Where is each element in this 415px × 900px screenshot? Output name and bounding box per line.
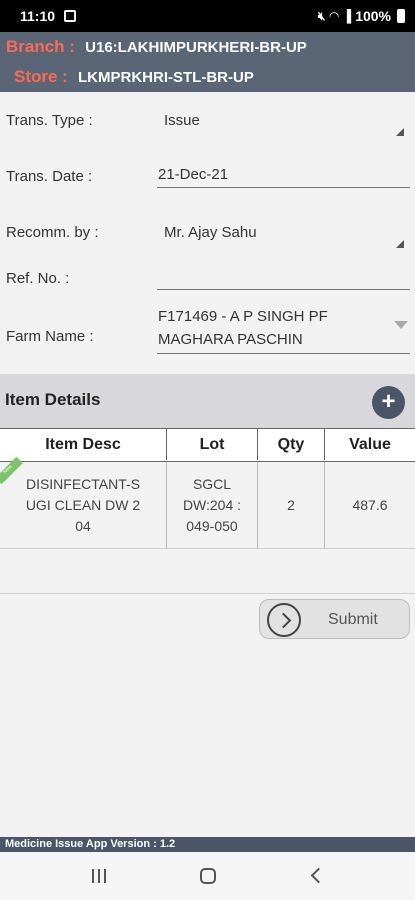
table-row[interactable]: DISINFECTANT-SUGI CLEAN DW 204 SGCL DW:2… [0,456,415,549]
trans-type-value: Issue [164,112,200,129]
recomm-by-value: Mr. Ajay Sahu [164,224,257,241]
recomm-by-spinner[interactable]: Mr. Ajay Sahu [157,222,410,252]
system-nav-bar [0,852,415,900]
trans-type-label: Trans. Type : [6,112,93,129]
ref-no-field[interactable] [157,268,410,290]
branch-label: Branch : [6,37,75,56]
dropdown-arrow-icon [396,240,404,248]
branch-store-header: Branch : U16:LAKHIMPURKHERI-BR-UP Store … [0,32,415,92]
col-header-item-desc: Item Desc [0,429,167,460]
farm-name-field[interactable]: F171469 - A P SINGH PF MAGHARA PASCHIN [157,305,410,354]
home-icon[interactable] [200,868,216,884]
cell-value: 487.6 [352,497,388,513]
trans-type-spinner[interactable]: Issue [157,112,410,140]
trans-date-value: 21-Dec-21 [158,166,229,183]
divider [0,593,415,594]
farm-name-label: Farm Name : [6,328,94,345]
lot-text: SGCL DW:204 : 049-050 [182,476,242,534]
battery-percent: 100% [355,8,391,24]
store-value: LKMPRKHRI-STL-BR-UP [78,69,254,86]
status-icons: 🔇︎ ◠ ▐ 100% [318,8,405,24]
cell-item-desc: DISINFECTANT-SUGI CLEAN DW 204 [0,462,167,549]
col-header-lot: Lot [167,429,258,460]
col-header-value: Value [349,436,391,453]
branch-line: Branch : U16:LAKHIMPURKHERI-BR-UP [6,37,307,57]
cell-qty: 2 [258,462,325,549]
arrow-circle-icon [267,603,301,637]
table-header: Item Desc Lot Qty Value [0,428,415,462]
status-time: 11:10 [20,8,56,24]
back-icon[interactable] [310,867,327,884]
battery-icon [397,9,405,23]
trans-date-field[interactable]: 21-Dec-21 [157,166,410,188]
mute-icon: 🔇︎ [317,8,326,23]
transaction-form: Trans. Type : Issue Trans. Date : 21-Dec… [0,92,415,374]
notification-icon [64,10,76,22]
col-header-qty: Qty [258,429,325,460]
item-desc-text: DISINFECTANT-SUGI CLEAN DW 204 [25,476,141,534]
farm-name-value: F171469 - A P SINGH PF MAGHARA PASCHIN [158,308,328,348]
store-line: Store : LKMPRKHRI-STL-BR-UP [14,67,254,87]
item-details-bar: Item Details [0,374,415,428]
version-footer: Medicine Issue App Version : 1.2 [0,837,415,852]
recents-icon[interactable] [92,869,108,883]
trans-date-label: Trans. Date : [6,168,93,185]
chevron-right-icon [275,612,292,629]
branch-value: U16:LAKHIMPURKHERI-BR-UP [85,39,307,56]
submit-label: Submit [328,611,378,628]
signal-icon: ▐ [342,9,352,23]
chevron-down-icon[interactable] [394,321,408,329]
dropdown-arrow-icon [396,128,404,136]
wifi-icon: ◠ [329,9,339,23]
item-details-title: Item Details [5,390,101,409]
ref-no-label: Ref. No. : [6,270,70,287]
recomm-by-label: Recomm. by : [6,224,99,241]
add-item-button[interactable]: + [372,386,405,419]
store-label: Store : [14,67,68,86]
status-bar: 11:10 🔇︎ ◠ ▐ 100% [0,0,415,32]
cell-lot: SGCL DW:204 : 049-050 [167,462,258,549]
submit-button[interactable]: Submit [259,599,410,639]
